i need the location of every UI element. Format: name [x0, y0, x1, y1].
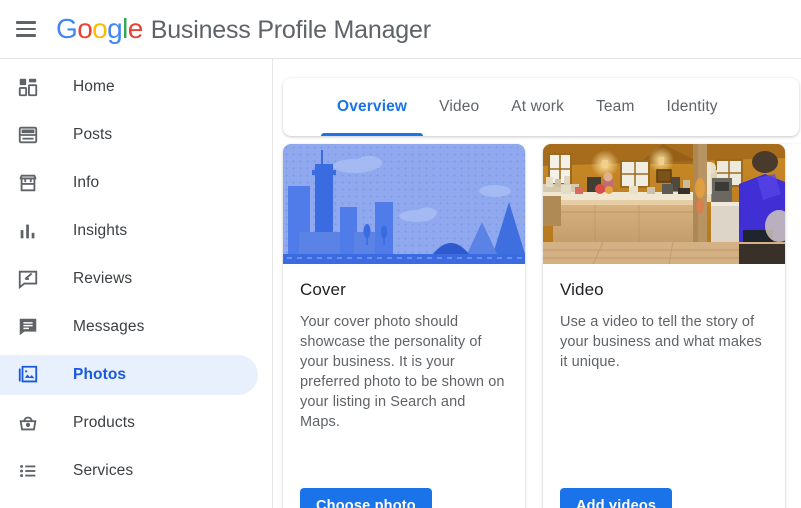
sidebar-item-label: Messages — [73, 318, 145, 335]
sidebar-item-label: Services — [73, 462, 134, 479]
card-video-body: Video Use a video to tell the story of y… — [543, 264, 785, 488]
card-cover-action: Choose photo — [283, 488, 525, 508]
tab-team[interactable]: Team — [580, 78, 651, 136]
sidebar-item-reviews[interactable]: Reviews — [0, 259, 258, 299]
card-video-description: Use a video to tell the story of your bu… — [560, 314, 762, 370]
tab-label: Overview — [337, 98, 408, 115]
sidebar-item-label: Posts — [73, 126, 113, 143]
google-logo: Google — [56, 13, 143, 45]
card-cover-title: Cover — [300, 280, 346, 299]
app-header: Google Business Profile Manager — [0, 0, 801, 59]
basket-icon — [16, 411, 40, 435]
logo-letter: e — [127, 13, 144, 44]
sidebar-item-products[interactable]: Products — [0, 403, 258, 443]
sidebar-item-label: Reviews — [73, 270, 133, 287]
tab-label: Team — [596, 98, 635, 115]
card-cover[interactable]: Cover Your cover photo should showcase t… — [283, 144, 525, 508]
list-icon — [16, 459, 40, 483]
sidebar-item-messages[interactable]: Messages — [0, 307, 258, 347]
card-video[interactable]: Video Use a video to tell the story of y… — [543, 144, 785, 508]
sidebar-item-label: Photos — [73, 366, 127, 383]
sidebar-item-label: Products — [73, 414, 135, 431]
tab-video[interactable]: Video — [423, 78, 495, 136]
add-videos-button[interactable]: Add videos — [560, 488, 673, 508]
posts-icon — [16, 123, 40, 147]
sidebar-nav: Home Posts Info Insights Reviews Messages Phot… — [0, 59, 273, 508]
sidebar-item-insights[interactable]: Insights — [0, 211, 258, 251]
sidebar-item-label: Insights — [73, 222, 128, 239]
product-name: Business Profile Manager — [150, 16, 431, 44]
card-cover-body: Cover Your cover photo should showcase t… — [283, 264, 525, 488]
bar-chart-icon — [16, 219, 40, 243]
card-video-action: Add videos — [543, 488, 785, 508]
sidebar-item-services[interactable]: Services — [0, 451, 258, 491]
hamburger-menu-icon[interactable] — [16, 17, 40, 41]
review-edit-icon — [16, 267, 40, 291]
app-root: Google Business Profile Manager Home Post… — [0, 0, 801, 508]
tab-overview[interactable]: Overview — [321, 78, 424, 136]
main-content: Overview Video At work Team Identity Cov… — [274, 59, 801, 508]
sidebar-item-label: Home — [73, 78, 115, 95]
photos-icon — [16, 363, 40, 387]
tab-at-work[interactable]: At work — [495, 78, 580, 136]
store-icon — [16, 171, 40, 195]
sidebar-item-photos[interactable]: Photos — [0, 355, 258, 395]
message-icon — [16, 315, 40, 339]
video-thumbnail — [543, 144, 785, 264]
dashboard-icon — [16, 75, 40, 99]
tab-identity[interactable]: Identity — [651, 78, 734, 136]
sidebar-item-posts[interactable]: Posts — [0, 115, 258, 155]
tab-label: Identity — [666, 98, 718, 115]
photo-category-tabs: Overview Video At work Team Identity — [283, 78, 799, 136]
card-video-title: Video — [560, 280, 604, 299]
sidebar-item-info[interactable]: Info — [0, 163, 258, 203]
brand: Google Business Profile Manager — [56, 13, 431, 45]
tab-label: Video — [439, 98, 480, 115]
logo-letter: G — [56, 13, 78, 44]
sidebar-item-home[interactable]: Home — [0, 67, 258, 107]
logo-letter: o — [92, 13, 108, 44]
card-cover-description: Your cover photo should showcase the per… — [300, 314, 505, 430]
shop-interior-photo — [543, 144, 785, 264]
tab-label: At work — [511, 98, 564, 115]
logo-letter: g — [107, 13, 123, 44]
photo-cards-row: Cover Your cover photo should showcase t… — [283, 144, 785, 508]
logo-letter: o — [77, 13, 93, 44]
sidebar-item-label: Info — [73, 174, 100, 191]
skyline-graphic — [283, 150, 525, 264]
cover-illustration — [283, 144, 525, 264]
choose-photo-button[interactable]: Choose photo — [300, 488, 432, 508]
